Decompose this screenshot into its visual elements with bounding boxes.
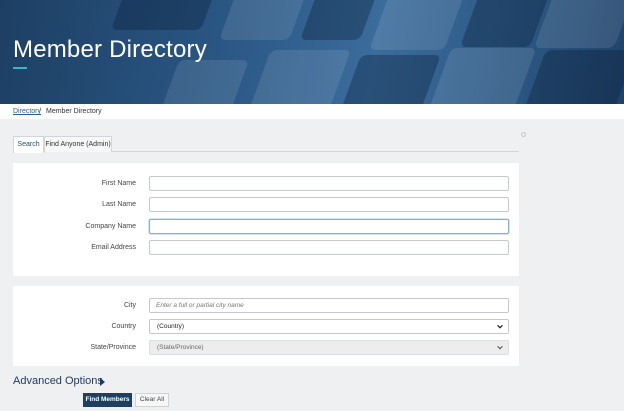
country-label: Country [111, 323, 136, 330]
last-name-input[interactable] [149, 197, 509, 212]
city-input[interactable] [149, 298, 509, 313]
tab-search[interactable]: Search [13, 136, 44, 153]
hero-keyboard-key [219, 0, 311, 40]
tab-find-anyone-admin[interactable]: Find Anyone (Admin) [44, 136, 112, 152]
hero-keyboard-key [428, 48, 537, 104]
company-name-label: Company Name [85, 223, 136, 230]
caret-right-icon[interactable] [100, 378, 105, 386]
state-province-select[interactable]: (State/Province) [149, 340, 509, 355]
company-name-input[interactable] [149, 219, 509, 234]
settings-dot-icon[interactable] [521, 132, 526, 137]
first-name-input[interactable] [149, 176, 509, 191]
hero-keyboard-key [339, 55, 441, 104]
breadcrumb-separator: / [39, 108, 41, 115]
chevron-down-icon [497, 324, 503, 329]
hero-keyboard-key [249, 50, 351, 104]
hero-keyboard-key [299, 0, 381, 40]
email-address-label: Email Address [91, 244, 136, 251]
hero-banner: Member Directory [0, 0, 624, 104]
hero-accent-line [13, 67, 27, 69]
country-select-value: (Country) [157, 323, 185, 330]
country-select[interactable]: (Country) [149, 319, 509, 334]
city-label: City [123, 302, 136, 309]
page-title: Member Directory [13, 36, 207, 63]
state-province-label: State/Province [90, 344, 136, 351]
chevron-down-icon [497, 345, 503, 350]
email-address-input[interactable] [149, 240, 509, 255]
hero-keyboard-key [369, 0, 466, 50]
hero-keyboard-key [110, 0, 220, 30]
hero-keyboard-key [534, 0, 624, 48]
first-name-label: First Name [101, 180, 136, 187]
state-province-select-value: (State/Province) [157, 344, 204, 351]
breadcrumb-current: Member Directory [46, 108, 102, 115]
advanced-options-toggle[interactable]: Advanced Options [13, 375, 103, 387]
find-members-button[interactable]: Find Members [83, 393, 132, 407]
hero-keyboard-key [524, 50, 624, 104]
breadcrumb-link-directory[interactable]: Directory [13, 108, 41, 115]
last-name-label: Last Name [102, 201, 136, 208]
hero-keyboard-key [160, 60, 250, 104]
clear-all-button[interactable]: Clear All [135, 393, 169, 407]
